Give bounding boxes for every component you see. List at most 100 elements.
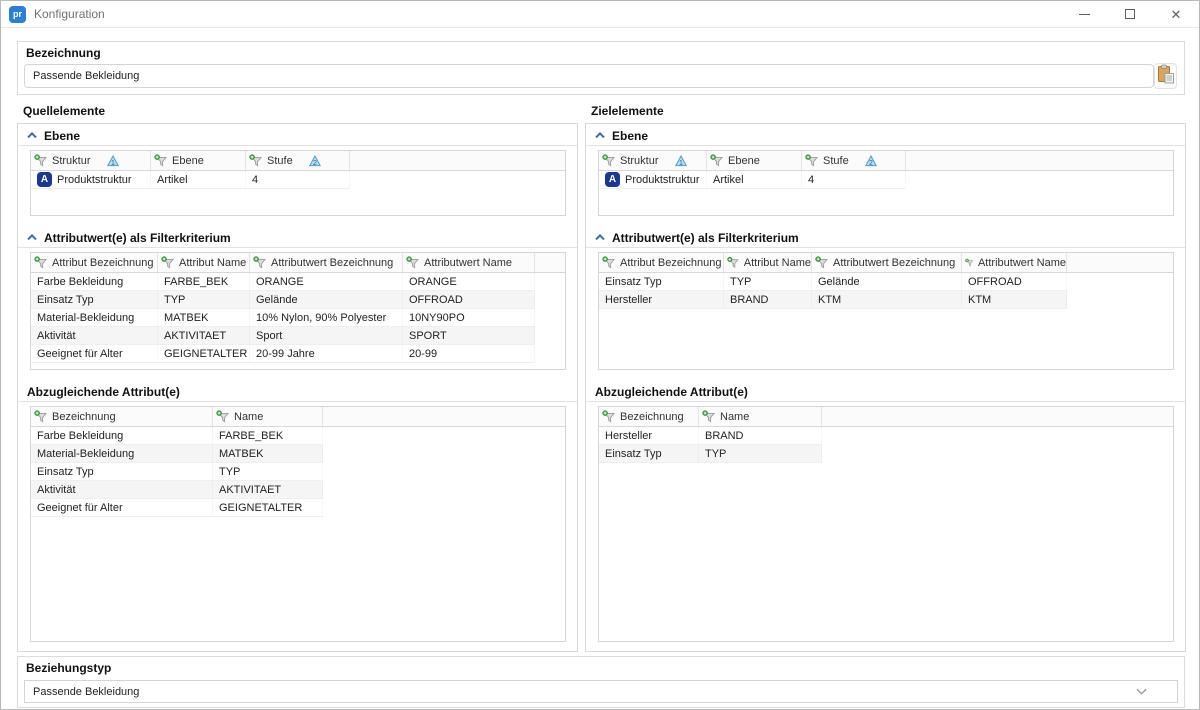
table-row[interactable]: HerstellerBRAND bbox=[599, 427, 822, 445]
beziehungstyp-select[interactable]: Passende Bekleidung bbox=[24, 680, 1178, 703]
table-header-row: Bezeichnung Name bbox=[31, 407, 565, 427]
filter-funnel-plus-icon[interactable] bbox=[805, 154, 819, 168]
table-row[interactable]: Geeignet für AlterGEIGNETALTER20-99 Jahr… bbox=[31, 345, 535, 363]
filter-funnel-plus-icon[interactable] bbox=[249, 154, 263, 168]
cell-text: FARBE_BEK bbox=[219, 430, 283, 442]
chevron-up-icon[interactable] bbox=[27, 132, 37, 139]
column-header-attributwert-bezeichnung[interactable]: Attributwert Bezeichnung bbox=[250, 253, 403, 272]
column-header-attribut-name[interactable]: Attribut Name bbox=[724, 253, 812, 272]
table-row[interactable]: Einsatz TypTYPGeländeOFFROAD bbox=[31, 291, 535, 309]
table-cell: TYP bbox=[699, 445, 822, 462]
column-header-name[interactable]: Name bbox=[213, 407, 323, 426]
table-row[interactable]: AProduktstrukturArtikel4 bbox=[599, 171, 906, 189]
filter-funnel-plus-icon[interactable] bbox=[965, 256, 974, 270]
table-cell: Hersteller bbox=[599, 427, 699, 444]
column-header-attribut-bezeichnung[interactable]: Attribut Bezeichnung bbox=[31, 253, 158, 272]
paste-button[interactable] bbox=[1154, 63, 1177, 89]
table-row[interactable]: AktivitätAKTIVITAETSportSPORT bbox=[31, 327, 535, 345]
source-panel: Ebene Struktur 1 Ebene Stufe 2 AProdukts… bbox=[17, 123, 578, 652]
close-icon: ✕ bbox=[1171, 8, 1182, 21]
cell-text: Produktstruktur bbox=[57, 174, 132, 186]
filter-funnel-plus-icon[interactable] bbox=[815, 256, 829, 270]
column-header-stufe[interactable]: Stufe 2 bbox=[246, 151, 350, 170]
target-panel: Ebene Struktur 1 Ebene Stufe 2 AProdukts… bbox=[585, 123, 1186, 652]
filter-funnel-plus-icon[interactable] bbox=[161, 256, 175, 270]
column-header-label: Attributwert Bezeichnung bbox=[271, 257, 393, 269]
table-row[interactable]: Einsatz TypTYP bbox=[599, 445, 822, 463]
cell-text: MATBEK bbox=[219, 448, 263, 460]
table-row[interactable]: Material-BekleidungMATBEK10% Nylon, 90% … bbox=[31, 309, 535, 327]
column-header-bezeichnung[interactable]: Bezeichnung bbox=[599, 407, 699, 426]
bezeichnung-label: Bezeichnung bbox=[26, 46, 1184, 60]
filter-funnel-plus-icon[interactable] bbox=[602, 410, 616, 424]
filter-funnel-plus-icon[interactable] bbox=[34, 256, 48, 270]
table-row[interactable]: AktivitätAKTIVITAET bbox=[31, 481, 323, 499]
filter-funnel-plus-icon[interactable] bbox=[602, 154, 616, 168]
chevron-up-icon[interactable] bbox=[595, 132, 605, 139]
column-header-label: Attribut Bezeichnung bbox=[52, 257, 154, 269]
column-header-ebene[interactable]: Ebene bbox=[151, 151, 246, 170]
table-cell: OFFROAD bbox=[962, 273, 1067, 290]
column-header-filler bbox=[906, 151, 1173, 170]
source-panel-label: Quellelemente bbox=[23, 104, 105, 118]
table-row[interactable]: HerstellerBRANDKTMKTM bbox=[599, 291, 1067, 309]
cell-text: Aktivität bbox=[37, 484, 76, 496]
column-header-ebene[interactable]: Ebene bbox=[707, 151, 802, 170]
table-cell: TYP bbox=[724, 273, 812, 290]
table-cell: TYP bbox=[213, 463, 323, 480]
table-cell: Geeignet für Alter bbox=[31, 345, 158, 362]
column-header-stufe[interactable]: Stufe 2 bbox=[802, 151, 906, 170]
table-row[interactable]: Einsatz TypTYP bbox=[31, 463, 323, 481]
cell-text: KTM bbox=[818, 294, 841, 306]
titlebar[interactable]: pr Konfiguration ✕ bbox=[1, 1, 1199, 28]
table-cell: GEIGNETALTER bbox=[213, 499, 323, 516]
table-row[interactable]: Einsatz TypTYPGeländeOFFROAD bbox=[599, 273, 1067, 291]
bezeichnung-input[interactable]: Passende Bekleidung bbox=[24, 64, 1154, 88]
konfiguration-window: { "window": { "title": "Konfiguration", … bbox=[0, 0, 1200, 710]
table-cell: MATBEK bbox=[158, 309, 250, 326]
minimize-button[interactable] bbox=[1061, 1, 1107, 27]
filter-funnel-plus-icon[interactable] bbox=[702, 410, 716, 424]
table-cell: AProduktstruktur bbox=[599, 171, 707, 188]
table-header-row: Attribut Bezeichnung Attribut Name Attri… bbox=[599, 253, 1173, 273]
filter-funnel-plus-icon[interactable] bbox=[727, 256, 740, 270]
column-header-attributwert-name[interactable]: Attributwert Name bbox=[403, 253, 535, 272]
chevron-up-icon[interactable] bbox=[27, 234, 37, 241]
table-cell: Artikel bbox=[151, 171, 246, 188]
close-button[interactable]: ✕ bbox=[1153, 1, 1199, 27]
cell-text: Einsatz Typ bbox=[37, 294, 94, 306]
table-row[interactable]: AProduktstrukturArtikel4 bbox=[31, 171, 350, 189]
maximize-button[interactable] bbox=[1107, 1, 1153, 27]
table-cell: AProduktstruktur bbox=[31, 171, 151, 188]
table-cell: Gelände bbox=[812, 273, 962, 290]
table-cell: OFFROAD bbox=[403, 291, 535, 308]
column-header-attribut-bezeichnung[interactable]: Attribut Bezeichnung bbox=[599, 253, 724, 272]
table-row[interactable]: Geeignet für AlterGEIGNETALTER bbox=[31, 499, 323, 517]
cell-text: Geeignet für Alter bbox=[37, 348, 123, 360]
table-row[interactable]: Material-BekleidungMATBEK bbox=[31, 445, 323, 463]
column-header-filler bbox=[535, 253, 565, 272]
filter-funnel-plus-icon[interactable] bbox=[34, 154, 48, 168]
cell-text: GEIGNETALTER bbox=[164, 348, 247, 360]
filter-funnel-plus-icon[interactable] bbox=[253, 256, 267, 270]
column-header-attributwert-name[interactable]: Attributwert Name bbox=[962, 253, 1067, 272]
chevron-up-icon[interactable] bbox=[595, 234, 605, 241]
column-header-attributwert-bezeichnung[interactable]: Attributwert Bezeichnung bbox=[812, 253, 962, 272]
column-header-struktur[interactable]: Struktur 1 bbox=[599, 151, 707, 170]
filter-funnel-plus-icon[interactable] bbox=[216, 410, 230, 424]
column-header-bezeichnung[interactable]: Bezeichnung bbox=[31, 407, 213, 426]
column-header-struktur[interactable]: Struktur 1 bbox=[31, 151, 151, 170]
filter-funnel-plus-icon[interactable] bbox=[406, 256, 420, 270]
svg-text:1: 1 bbox=[679, 160, 683, 167]
column-header-attribut-name[interactable]: Attribut Name bbox=[158, 253, 250, 272]
filter-funnel-plus-icon[interactable] bbox=[602, 256, 616, 270]
filter-funnel-plus-icon[interactable] bbox=[34, 410, 48, 424]
table-cell: Einsatz Typ bbox=[599, 273, 724, 290]
column-header-name[interactable]: Name bbox=[699, 407, 822, 426]
table-row[interactable]: Farbe BekleidungFARBE_BEK bbox=[31, 427, 323, 445]
table-row[interactable]: Farbe BekleidungFARBE_BEKORANGEORANGE bbox=[31, 273, 535, 291]
cell-text: 20-99 bbox=[409, 348, 437, 360]
filter-funnel-plus-icon[interactable] bbox=[710, 154, 724, 168]
filter-funnel-plus-icon[interactable] bbox=[154, 154, 168, 168]
column-header-label: Bezeichnung bbox=[52, 411, 116, 423]
